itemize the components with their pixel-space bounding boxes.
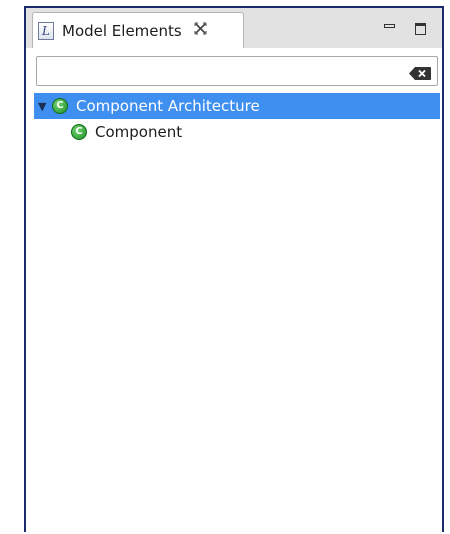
clear-filter-icon[interactable] <box>409 65 431 80</box>
expanded-triangle-icon[interactable]: ▼ <box>38 100 52 113</box>
class-icon: C <box>52 98 68 114</box>
model-elements-tree: ▼ C Component Architecture C Component <box>34 93 440 145</box>
view-content: ▼ C Component Architecture C Component <box>26 48 442 534</box>
tab-model-elements[interactable]: L Model Elements <box>32 12 244 48</box>
tree-item-label: Component Architecture <box>76 97 260 115</box>
close-icon-glyph <box>194 22 207 35</box>
close-icon[interactable] <box>194 22 207 39</box>
view-tab-bar: L Model Elements <box>26 8 442 48</box>
tree-item-component[interactable]: C Component <box>34 119 440 145</box>
tab-label: Model Elements <box>62 21 182 40</box>
class-icon: C <box>71 124 87 140</box>
maximize-button[interactable] <box>412 20 430 38</box>
clear-icon-glyph <box>409 67 431 80</box>
minimize-button[interactable] <box>381 20 399 38</box>
tree-item-component-architecture[interactable]: ▼ C Component Architecture <box>34 93 440 119</box>
tree-item-label: Component <box>95 123 183 141</box>
filter-box <box>36 56 438 86</box>
model-elements-view-icon: L <box>38 21 54 40</box>
filter-input[interactable] <box>41 60 405 84</box>
model-elements-view: L Model Elements ▼ C Component Architect… <box>24 6 444 534</box>
